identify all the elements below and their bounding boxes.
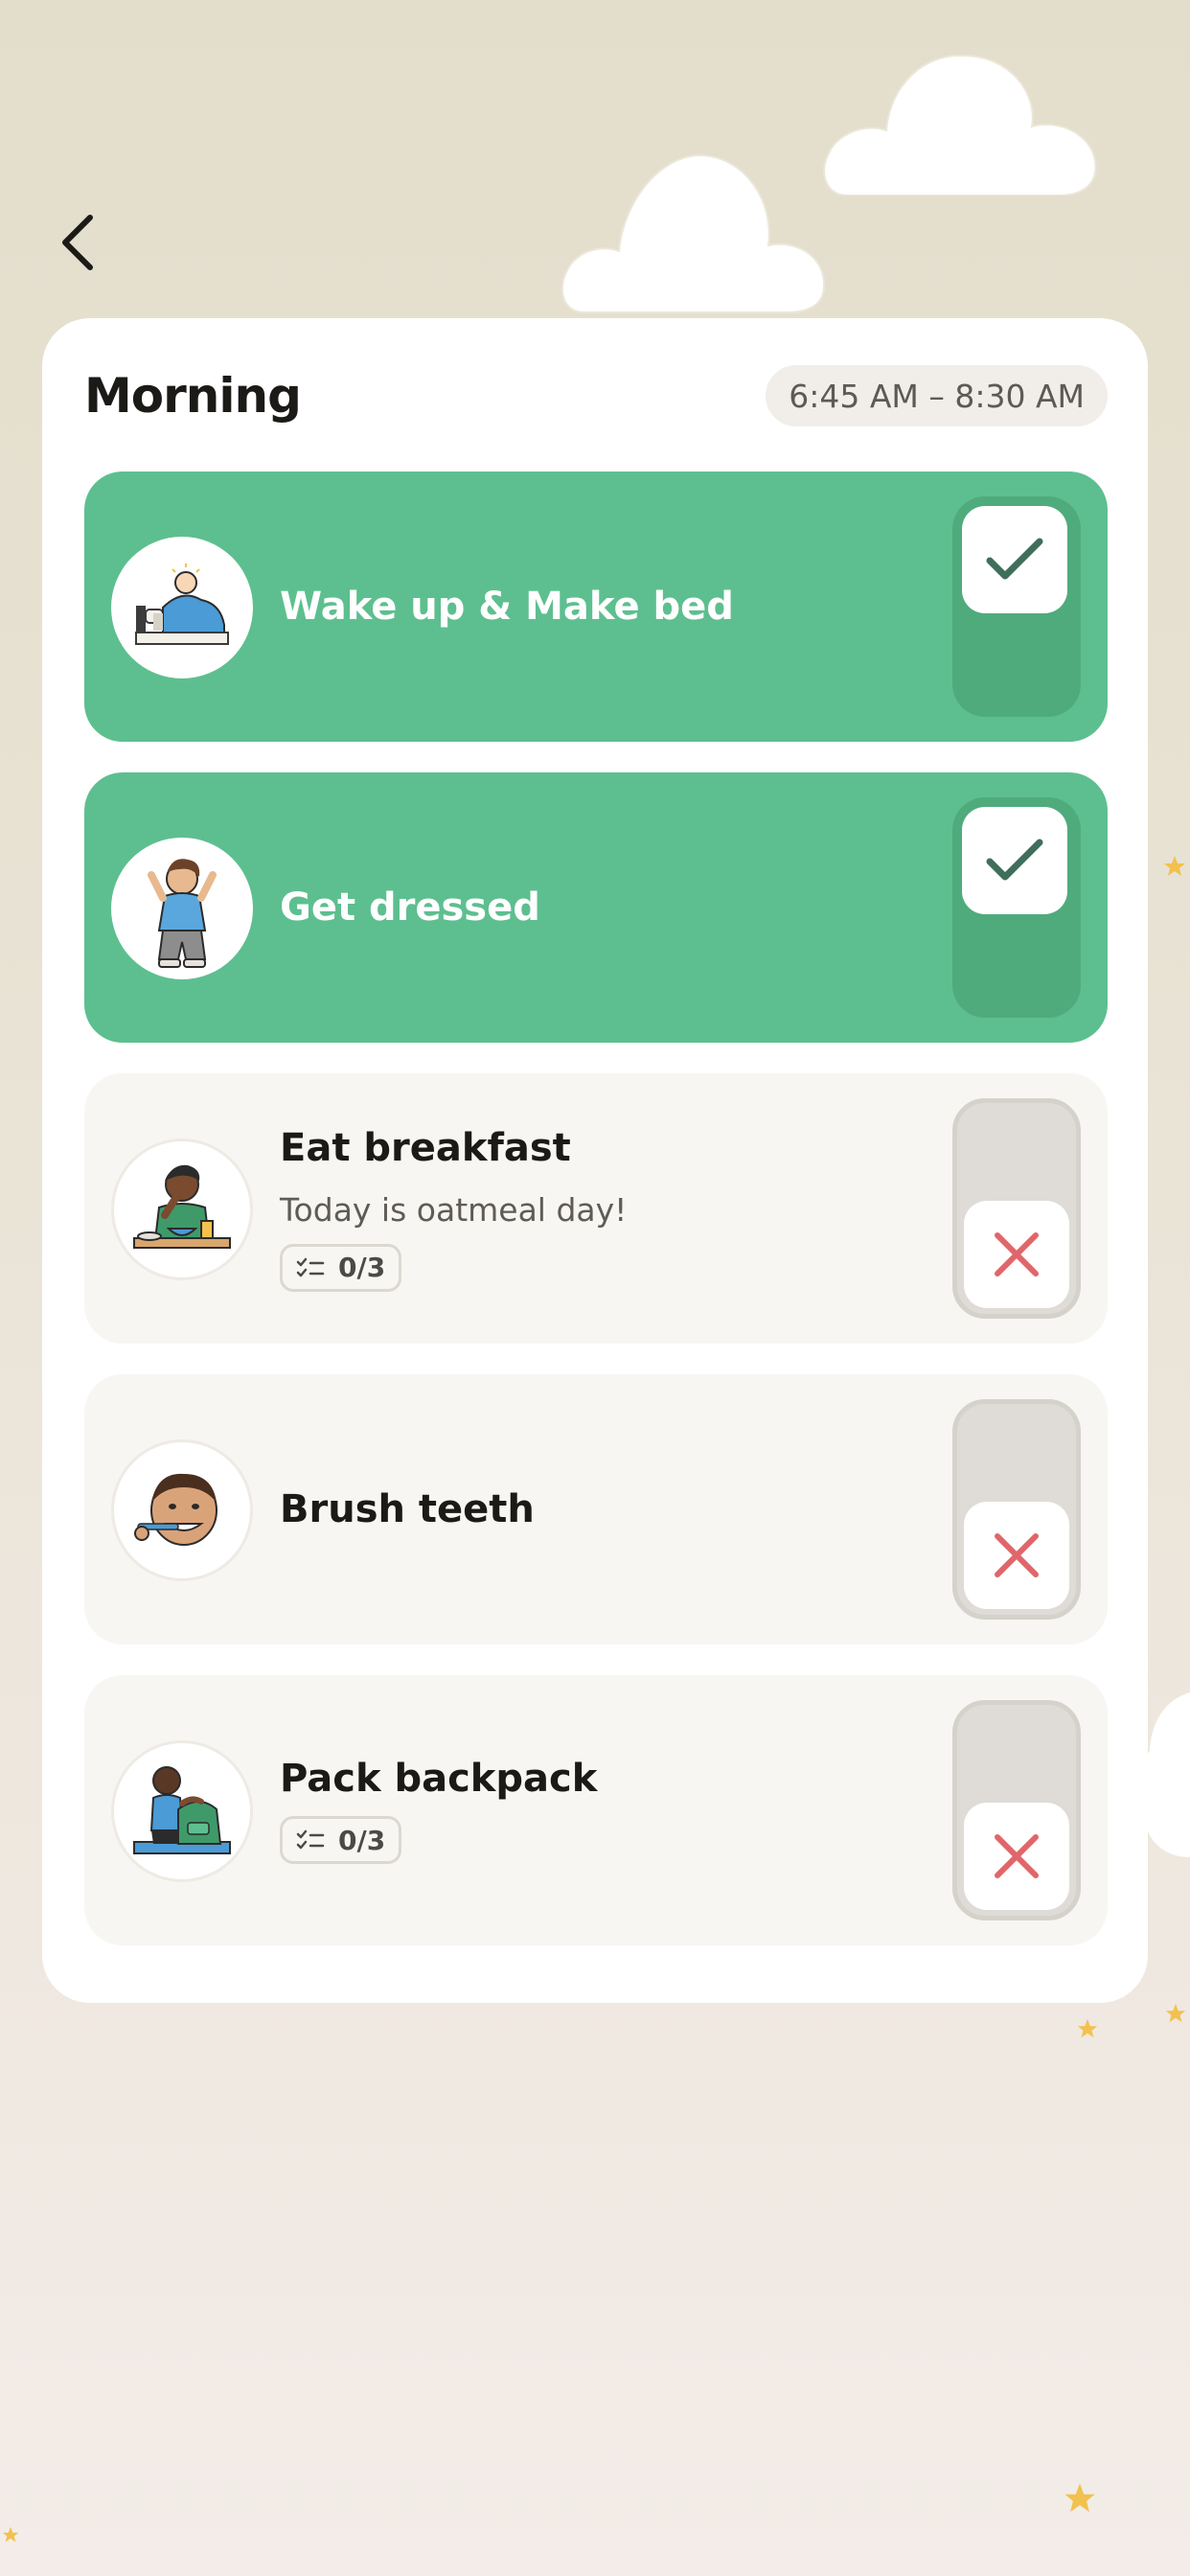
checklist-badge[interactable]: 0/3 — [280, 1243, 402, 1292]
toggle-knob — [962, 506, 1067, 613]
checklist-count: 0/3 — [338, 1824, 386, 1856]
checklist-badge[interactable]: 0/3 — [280, 1816, 402, 1864]
task-complete-toggle[interactable] — [952, 1098, 1081, 1319]
task-body: Brush teeth — [280, 1374, 916, 1644]
kid-brushing-teeth-icon — [111, 1439, 253, 1581]
star-icon — [1064, 2483, 1095, 2513]
task-name: Brush teeth — [280, 1487, 535, 1531]
task-name: Pack backpack — [280, 1757, 598, 1801]
check-icon — [986, 538, 1043, 580]
task-body: Get dressed — [280, 772, 916, 1043]
toggle-knob — [962, 807, 1067, 914]
kid-getting-dressed-icon — [111, 838, 253, 979]
kid-packing-backpack-icon — [111, 1740, 253, 1882]
toggle-knob — [964, 1201, 1069, 1308]
task-eat-breakfast[interactable]: Eat breakfast Today is oatmeal day! 0/3 — [84, 1073, 1108, 1344]
task-body: Eat breakfast Today is oatmeal day! 0/3 — [280, 1073, 916, 1344]
task-complete-toggle[interactable] — [952, 496, 1081, 717]
check-icon — [986, 839, 1043, 881]
task-body: Wake up & Make bed — [280, 472, 916, 742]
chevron-left-icon — [62, 215, 93, 270]
back-button[interactable] — [54, 209, 100, 276]
routine-title: Morning — [84, 368, 302, 424]
task-name: Wake up & Make bed — [280, 585, 734, 629]
checklist-icon — [296, 1829, 325, 1850]
task-complete-toggle[interactable] — [952, 1399, 1081, 1620]
star-icon — [1164, 856, 1185, 876]
close-icon — [995, 1533, 1039, 1577]
task-wake-up[interactable]: Wake up & Make bed — [84, 472, 1108, 742]
cloud-decoration — [823, 54, 1097, 196]
kid-making-bed-icon — [111, 537, 253, 678]
checklist-icon — [296, 1257, 325, 1276]
toggle-knob — [964, 1502, 1069, 1609]
kid-eating-breakfast-icon — [111, 1138, 253, 1280]
checklist-count: 0/3 — [338, 1252, 386, 1283]
task-complete-toggle[interactable] — [952, 1700, 1081, 1920]
routine-card: Morning 6:45 AM – 8:30 AM Wake up & Make… — [42, 318, 1148, 2003]
star-icon — [1077, 2018, 1098, 2038]
close-icon — [995, 1834, 1039, 1878]
task-body: Pack backpack 0/3 — [280, 1675, 916, 1945]
task-complete-toggle[interactable] — [952, 797, 1081, 1018]
task-get-dressed[interactable]: Get dressed — [84, 772, 1108, 1043]
task-pack-backpack[interactable]: Pack backpack 0/3 — [84, 1675, 1108, 1945]
close-icon — [995, 1232, 1039, 1276]
cloud-decoration — [561, 153, 826, 313]
star-icon — [2, 2526, 19, 2542]
star-icon — [1165, 2003, 1186, 2023]
toggle-knob — [964, 1803, 1069, 1910]
time-range-badge: 6:45 AM – 8:30 AM — [766, 365, 1108, 426]
task-subtitle: Today is oatmeal day! — [280, 1190, 628, 1229]
task-name: Get dressed — [280, 886, 540, 930]
task-brush-teeth[interactable]: Brush teeth — [84, 1374, 1108, 1644]
task-name: Eat breakfast — [280, 1125, 571, 1170]
routine-header: Morning 6:45 AM – 8:30 AM — [84, 358, 1108, 433]
